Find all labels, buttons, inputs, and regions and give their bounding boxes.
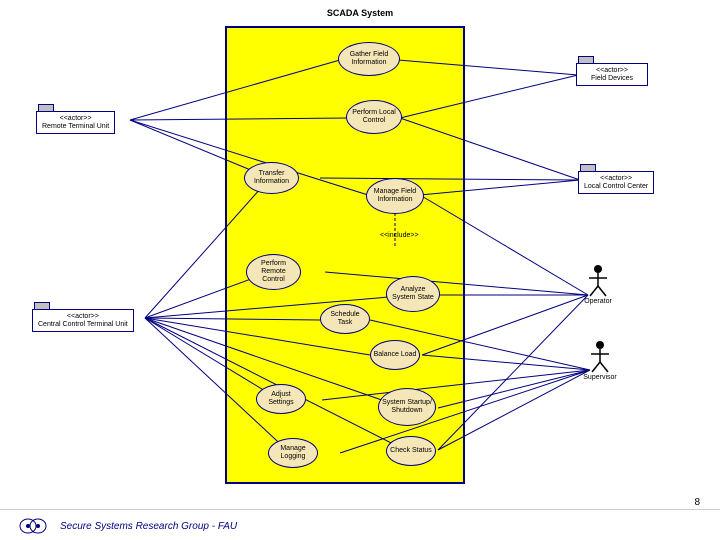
usecase-local: Perform Local Control — [346, 100, 402, 134]
actor-operator: Operator — [578, 264, 618, 305]
logo-icon — [18, 516, 48, 536]
usecase-check: Check Status — [386, 436, 436, 466]
footer-text: Secure Systems Research Group - FAU — [60, 521, 237, 532]
actor-supervisor: Supervisor — [580, 340, 620, 381]
actor-name: Local Control Center — [584, 183, 648, 191]
actor-field-devices: <<actor>> Field Devices — [576, 56, 648, 86]
usecase-analyze: Analyze System State — [386, 276, 440, 312]
actor-stereo: <<actor>> — [42, 115, 109, 123]
actor-name: Central Control Terminal Unit — [38, 321, 128, 329]
usecase-manage-field: Manage Field Information — [366, 178, 424, 214]
usecase-balance: Balance Load — [370, 340, 420, 370]
include-label: <<include>> — [380, 232, 419, 239]
actor-label: Operator — [578, 298, 618, 305]
actor-label: Supervisor — [580, 374, 620, 381]
usecase-transfer: Transfer Information — [244, 162, 299, 194]
actor-name: Field Devices — [582, 75, 642, 83]
usecase-remote: Perform Remote Control — [246, 254, 301, 290]
usecase-logging: Manage Logging — [268, 438, 318, 468]
actor-cctu: <<actor>> Central Control Terminal Unit — [32, 302, 134, 332]
actor-rtu: <<actor>> Remote Terminal Unit — [36, 104, 115, 134]
usecase-startup: System Startup/ Shutdown — [378, 388, 436, 426]
actor-name: Remote Terminal Unit — [42, 123, 109, 131]
diagram-title: SCADA System — [0, 8, 720, 18]
actor-stereo: <<actor>> — [582, 67, 642, 75]
footer: Secure Systems Research Group - FAU — [0, 509, 720, 540]
page-number: 8 — [694, 497, 700, 508]
actor-stereo: <<actor>> — [584, 175, 648, 183]
actor-stereo: <<actor>> — [38, 313, 128, 321]
actor-lcc: <<actor>> Local Control Center — [578, 164, 654, 194]
usecase-adjust: Adjust Settings — [256, 384, 306, 414]
usecase-schedule: Schedule Task — [320, 304, 370, 334]
usecase-gather: Gather Field Information — [338, 42, 400, 76]
